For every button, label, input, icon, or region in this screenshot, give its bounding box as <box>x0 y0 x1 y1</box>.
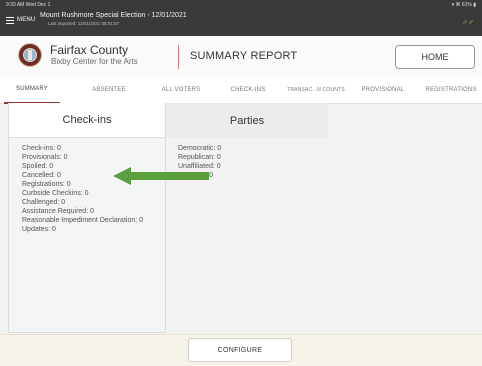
page-title: SUMMARY REPORT <box>190 50 298 62</box>
challenged-count: Challenged: 0 <box>22 199 66 206</box>
report-tabs: SUMMARY ABSENTEE ALL VOTERS CHECK-INS TR… <box>0 76 482 104</box>
users-icon[interactable]: ♂♂ <box>462 18 474 27</box>
home-button[interactable]: HOME <box>395 45 475 69</box>
hamburger-icon <box>6 16 14 24</box>
provisionals-count: Provisionals: 0 <box>22 154 68 161</box>
app-window: 9:33 AM Wed Dec 1 ▾ ⌘ 61% ▮ MENU Mount R… <box>0 0 482 366</box>
checkins-count: Check-ins: 0 <box>22 145 61 152</box>
parties-title: Parties <box>166 103 328 138</box>
county-seal-logo <box>18 43 42 67</box>
democratic-count: Democratic: 0 <box>178 145 222 152</box>
system-status-indicators: ▾ ⌘ 61% ▮ <box>451 2 476 8</box>
parties-panel: Parties Democratic: 0 Republican: 0 Unaf… <box>166 103 328 333</box>
arrow-annotation-icon <box>113 167 209 185</box>
tab-summary[interactable]: SUMMARY <box>4 76 60 104</box>
tab-all-voters[interactable]: ALL VOTERS <box>150 76 212 104</box>
curbside-checkins-count: Curbside Checkins: 0 <box>22 190 89 197</box>
tab-transaction-counts[interactable]: TRANSAC...N COUNTS <box>280 76 352 104</box>
last-imported-text: Last imported: 12/01/2021 08:01:57 <box>48 21 120 26</box>
republican-count: Republican: 0 <box>178 154 221 161</box>
location-name: Bixby Center for the Arts <box>51 57 138 66</box>
assistance-required-count: Assistance Required: 0 <box>22 208 94 215</box>
county-name: Fairfax County <box>50 43 129 57</box>
tab-check-ins[interactable]: CHECK-INS <box>218 76 278 104</box>
tab-registrations[interactable]: REGISTRATIONS <box>420 76 482 104</box>
menu-button[interactable]: MENU <box>6 13 35 27</box>
reasonable-impediment-count: Reasonable Impediment Declaration: 0 <box>22 217 144 224</box>
tab-absentee[interactable]: ABSENTEE <box>78 76 140 104</box>
header-divider <box>178 45 179 69</box>
tab-provisional[interactable]: PROVISIONAL <box>354 76 412 104</box>
app-header: 9:33 AM Wed Dec 1 ▾ ⌘ 61% ▮ MENU Mount R… <box>0 0 482 36</box>
checkins-title: Check-ins <box>9 103 165 138</box>
election-title: Mount Rushmore Special Election - 12/01/… <box>40 12 187 19</box>
checkins-list: Check-ins: 0 Provisionals: 0 Spoiled: 0 … <box>22 144 143 234</box>
menu-label: MENU <box>17 17 36 23</box>
system-time: 9:33 AM Wed Dec 1 <box>6 2 51 8</box>
checkins-panel: Check-ins Check-ins: 0 Provisionals: 0 S… <box>8 103 166 333</box>
configure-button[interactable]: CONFIGURE <box>188 338 292 362</box>
updates-count: Updates: 0 <box>22 226 56 233</box>
